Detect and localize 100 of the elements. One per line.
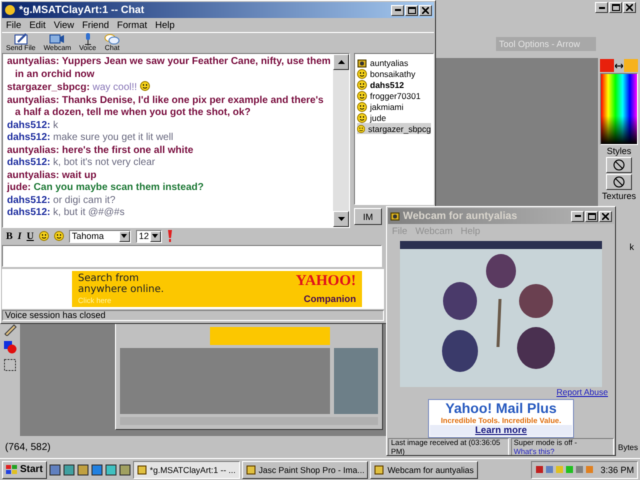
exclamation-icon <box>166 230 173 242</box>
chat-message: auntyalias: Thanks Denise, I'd like one pix per example and there's a half a dozen, tell me when you got the shot, ok? <box>7 94 325 120</box>
user-list-item[interactable]: bonsaikathy <box>357 68 431 79</box>
user-list-item[interactable]: jakmiami <box>357 101 431 112</box>
menu-item[interactable]: Help <box>155 20 175 30</box>
style-button[interactable] <box>606 174 632 190</box>
down-arrow-icon <box>121 234 128 238</box>
minimize-icon <box>574 215 580 217</box>
maximize-button[interactable] <box>585 210 598 222</box>
smiley-icon <box>140 81 150 91</box>
user-list-item[interactable]: auntyalias <box>357 57 431 68</box>
minimize-button[interactable] <box>595 2 608 13</box>
pencil-icon <box>3 322 17 336</box>
smiley-icon <box>357 90 367 100</box>
clock: 3:36 PM <box>600 464 634 474</box>
smiley-icon <box>357 80 367 90</box>
background-swatch[interactable] <box>624 59 638 72</box>
chat-message: jude: Can you maybe scan them instead? <box>7 182 205 195</box>
foreground-swatch[interactable] <box>600 59 614 72</box>
minimize-button[interactable] <box>391 4 404 16</box>
shapes-icon <box>3 340 17 354</box>
camera-icon <box>49 33 66 45</box>
selection-icon <box>3 358 17 372</box>
window-icon <box>374 464 384 474</box>
scrollbar[interactable] <box>333 54 349 227</box>
smiley-icon <box>38 231 49 241</box>
menu-item[interactable]: View <box>54 20 74 30</box>
taskbar-button[interactable]: Jasc Paint Shop Pro - Ima... <box>242 460 368 478</box>
size-dropdown[interactable]: 12 <box>136 230 162 242</box>
smiley-icon <box>357 112 367 122</box>
im-button[interactable]: IM <box>354 208 382 225</box>
format-button[interactable]: U <box>26 230 34 242</box>
style-button[interactable] <box>606 157 632 173</box>
close-icon <box>602 212 609 220</box>
chat-message: dahs512: k, bot it's not very clear <box>7 157 156 170</box>
menu-item[interactable]: Format <box>117 20 148 30</box>
menu-item[interactable]: File <box>6 20 22 30</box>
camera-icon <box>357 58 367 68</box>
down-arrow-icon <box>338 217 344 221</box>
start-button[interactable]: Start <box>2 460 47 478</box>
chat-message: dahs512: k, but it @#@#s <box>7 207 126 220</box>
panel-label: Styles <box>606 146 632 156</box>
maximize-icon <box>408 6 416 14</box>
format-button[interactable]: B <box>6 230 13 242</box>
close-icon <box>422 6 429 14</box>
message-input[interactable] <box>2 245 382 267</box>
font-dropdown[interactable]: Tahoma <box>68 230 131 242</box>
no-entry-icon <box>613 159 625 171</box>
color-spectrum-picker[interactable] <box>600 73 638 145</box>
quick-launch-icon <box>62 464 75 476</box>
close-button[interactable] <box>623 2 636 13</box>
chat-message: stargazer_sbpcg: way cool!! <box>7 81 331 95</box>
user-list-item[interactable]: frogger70301 <box>357 90 431 101</box>
quick-launch-icon <box>118 464 131 476</box>
status-text: Bytes <box>618 442 638 452</box>
maximize-icon <box>612 4 620 11</box>
ad-logo: YAHOO! <box>296 273 356 290</box>
user-list-item[interactable]: dahs512 <box>357 79 431 90</box>
close-icon <box>626 4 633 11</box>
close-button[interactable] <box>419 4 432 16</box>
quick-launch-icon <box>90 464 103 476</box>
ad-headline: Search from anywhere online. <box>78 273 165 295</box>
swap-arrow-icon <box>615 62 623 70</box>
minimize-icon <box>394 9 400 11</box>
close-button[interactable] <box>599 210 612 222</box>
maximize-button[interactable] <box>609 2 622 13</box>
maximize-icon <box>588 212 596 220</box>
maximize-button[interactable] <box>405 4 418 16</box>
taskbar-button[interactable]: *g.MSATClayArt:1 -- ... <box>132 460 240 478</box>
status-bar: Voice session has closed <box>2 310 384 321</box>
window-title: *g.MSATClayArt:1 -- Chat <box>19 4 146 16</box>
panel-label: k <box>630 242 634 252</box>
report-abuse-link[interactable]: Report Abuse <box>556 387 608 397</box>
learn-more-link[interactable]: Learn more <box>430 425 572 436</box>
minimize-icon <box>598 6 604 8</box>
window-icon <box>136 464 147 474</box>
smiley-icon <box>357 124 366 134</box>
down-arrow-icon <box>152 234 158 238</box>
taskbar-button[interactable]: Webcam for auntyalias <box>370 460 478 478</box>
chat-message: dahs512: k <box>7 120 60 132</box>
quick-launch-icon <box>48 464 61 476</box>
smiley-icon <box>357 102 367 112</box>
menu-item[interactable]: Edit <box>29 20 46 30</box>
user-list-item[interactable]: stargazer_sbpcg <box>357 123 431 134</box>
no-entry-icon <box>613 176 625 188</box>
up-arrow-icon <box>338 60 344 64</box>
menu-item[interactable]: Friend <box>82 20 110 30</box>
chat-message: auntyalias: here's the first one all white <box>7 144 194 158</box>
minimize-button[interactable] <box>571 210 584 222</box>
ad-title: Yahoo! Mail Plus <box>445 401 557 416</box>
format-button[interactable]: I <box>18 230 22 242</box>
quick-launch-icon <box>104 464 117 476</box>
camera-icon <box>390 211 400 221</box>
window-title: Webcam for auntyalias <box>403 210 518 222</box>
ad-product: Companion <box>304 294 356 305</box>
user-list-item[interactable]: jude <box>357 112 431 123</box>
chat-message: dahs512: or digi cam it? <box>7 194 116 208</box>
panel-label: Textures <box>602 191 636 201</box>
quick-launch-icon <box>76 464 89 476</box>
window-icon <box>246 464 256 474</box>
